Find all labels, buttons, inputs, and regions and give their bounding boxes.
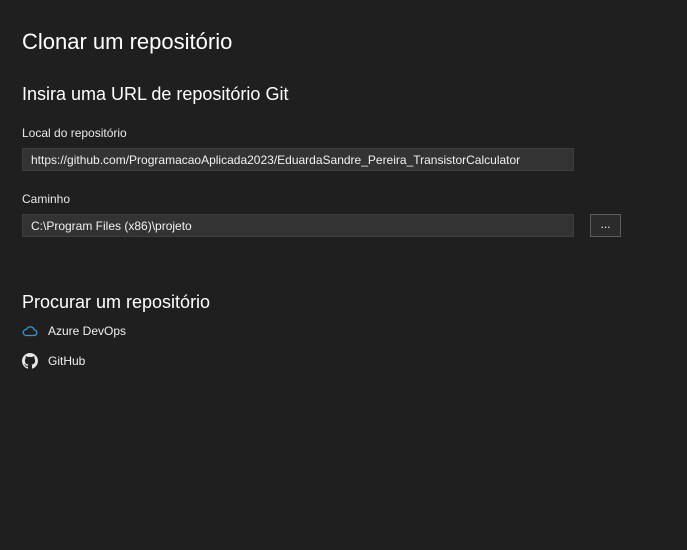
clone-repository-page: Clonar um repositório Insira uma URL de …	[0, 0, 687, 550]
browse-section-heading: Procurar um repositório	[22, 292, 211, 312]
page-title: Clonar um repositório	[22, 29, 233, 54]
repository-location-input[interactable]	[22, 148, 574, 171]
provider-github[interactable]: GitHub	[22, 351, 85, 371]
browse-path-button[interactable]: ...	[590, 214, 621, 237]
url-section-heading: Insira uma URL de repositório Git	[22, 84, 289, 104]
cloud-icon	[22, 323, 38, 339]
repository-location-label: Local do repositório	[22, 126, 127, 140]
path-label: Caminho	[22, 192, 71, 206]
provider-label: GitHub	[48, 354, 86, 368]
provider-azure-devops[interactable]: Azure DevOps	[22, 321, 126, 341]
provider-label: Azure DevOps	[48, 324, 127, 338]
path-input[interactable]	[22, 214, 574, 237]
github-icon	[22, 353, 38, 369]
